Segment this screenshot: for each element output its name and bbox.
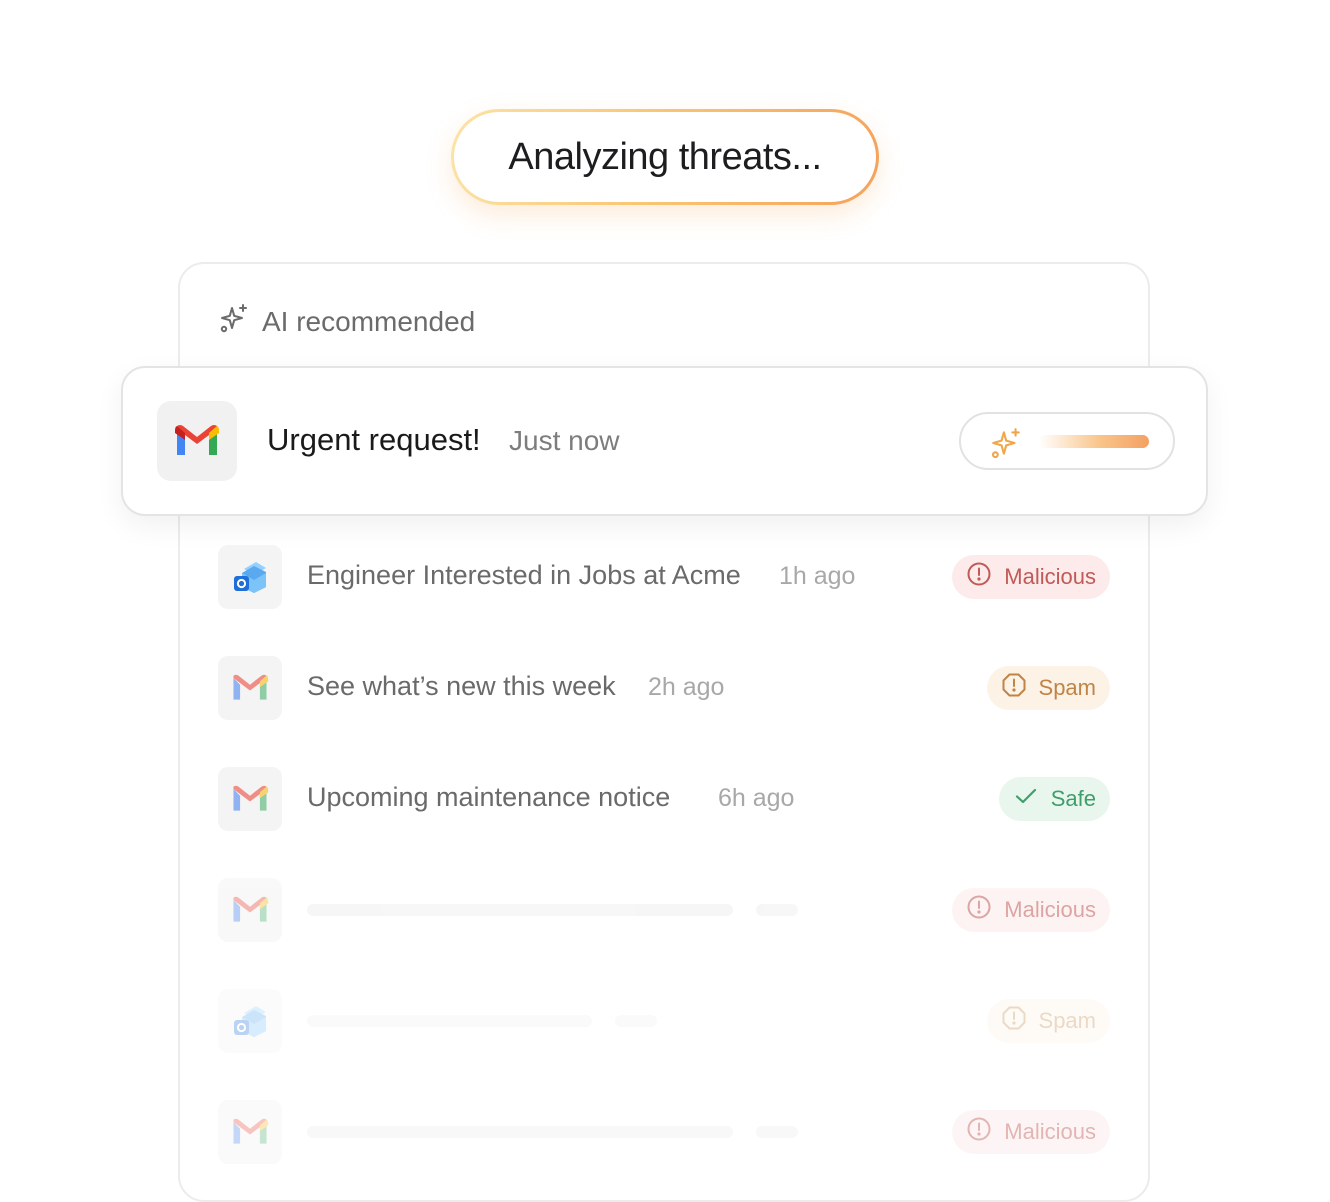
- status-badge-malicious: Malicious: [952, 1110, 1110, 1154]
- alert-octagon-icon: [1001, 1005, 1027, 1037]
- status-badge-label: Malicious: [1004, 1119, 1096, 1144]
- time-skeleton: [756, 904, 798, 916]
- status-badge-malicious: Malicious: [952, 888, 1110, 932]
- outlook-icon: [218, 545, 282, 609]
- alert-circle-icon: [966, 894, 992, 926]
- status-badge-label: Safe: [1050, 786, 1096, 811]
- outlook-icon: [218, 989, 282, 1053]
- gmail-icon: [218, 1100, 282, 1164]
- analysis-progress-bar: [1039, 435, 1149, 448]
- email-row-placeholder: Malicious: [218, 1100, 1110, 1164]
- sparkles-icon: [218, 302, 250, 341]
- email-row[interactable]: Upcoming maintenance notice 6h ago Safe: [218, 767, 1110, 831]
- section-header: AI recommended: [218, 302, 475, 341]
- email-row-placeholder: Malicious: [218, 878, 1110, 942]
- gmail-icon: [218, 767, 282, 831]
- email-subject: Upcoming maintenance notice: [307, 782, 671, 812]
- alert-circle-icon: [966, 1116, 992, 1148]
- analysis-progress-pill: [959, 412, 1175, 470]
- analyzing-status-pill: Analyzing threats...: [451, 109, 879, 205]
- email-row[interactable]: See what’s new this week 2h ago Spam: [218, 656, 1110, 720]
- email-subject: Engineer Interested in Jobs at Acme: [307, 560, 741, 590]
- gmail-icon: [218, 878, 282, 942]
- email-row[interactable]: Engineer Interested in Jobs at Acme 1h a…: [218, 545, 1110, 609]
- alert-circle-icon: [966, 561, 992, 593]
- subject-skeleton: [307, 904, 733, 916]
- status-badge-label: Spam: [1038, 1008, 1096, 1033]
- status-badge-label: Malicious: [1004, 564, 1096, 589]
- subject-skeleton: [307, 1015, 592, 1027]
- email-time: 2h ago: [648, 673, 725, 701]
- email-time: 6h ago: [718, 784, 795, 812]
- gmail-icon: [157, 401, 237, 481]
- status-badge-spam: Spam: [986, 666, 1110, 710]
- email-row-placeholder: Spam: [218, 989, 1110, 1053]
- email-subject: See what’s new this week: [307, 671, 616, 701]
- status-badge-spam: Spam: [986, 999, 1110, 1043]
- status-badge-safe: Safe: [998, 777, 1110, 821]
- time-skeleton: [756, 1126, 798, 1138]
- gmail-icon: [218, 656, 282, 720]
- section-title: AI recommended: [262, 305, 476, 337]
- featured-email-row[interactable]: Urgent request! Just now: [121, 366, 1208, 516]
- status-badge-label: Spam: [1038, 675, 1096, 700]
- analyzing-status-label: Analyzing threats...: [454, 112, 876, 202]
- status-badge-label: Malicious: [1004, 897, 1096, 922]
- status-badge-malicious: Malicious: [952, 555, 1110, 599]
- sparkles-icon: [989, 426, 1023, 465]
- email-time: 1h ago: [779, 562, 856, 590]
- check-icon: [1013, 783, 1039, 815]
- featured-email-time: Just now: [509, 425, 620, 456]
- alert-octagon-icon: [1001, 672, 1027, 704]
- time-skeleton: [615, 1015, 657, 1027]
- featured-email-subject: Urgent request!: [267, 422, 481, 457]
- subject-skeleton: [307, 1126, 733, 1138]
